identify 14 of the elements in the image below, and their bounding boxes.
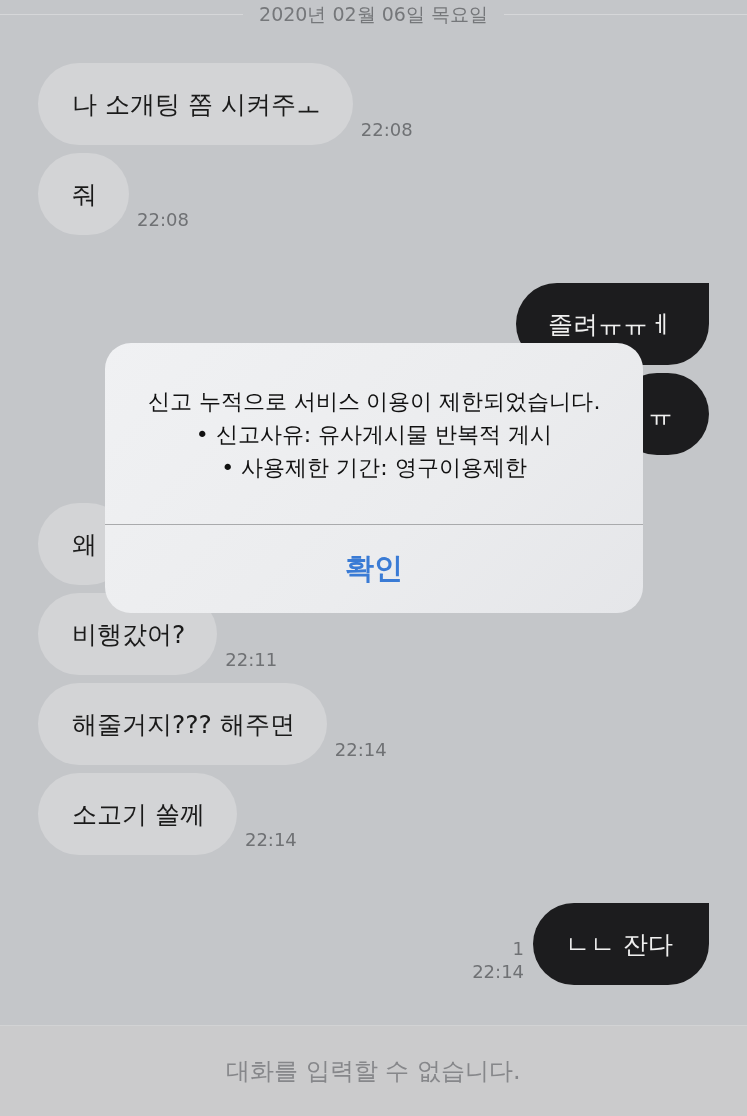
timestamp: 22:08 — [137, 209, 189, 231]
message-bubble: 소고기 쏠께 — [38, 773, 237, 855]
read-count: 1 — [512, 937, 525, 961]
timestamp: 22:14 — [244, 829, 297, 851]
timestamp: 22:08 — [360, 119, 413, 141]
timestamp: 22:11 — [225, 649, 278, 671]
message-bubble: ㄴㄴ 잔다 — [533, 903, 709, 985]
alert-message: 신고 누적으로 서비스 이용이 제한되었습니다. • 신고사유: 유사게시물 반복적 게시 • 사용제한 기간: 영구이용제한 — [105, 343, 643, 525]
timestamp: 22:14 — [472, 961, 525, 983]
date-header: 2020년 02월 06일 목요일 — [259, 2, 488, 26]
timestamp: 22:14 — [334, 739, 387, 761]
message-bubble: 해줄거지??? 해주면 — [38, 683, 327, 765]
message-bubble: 줘 — [38, 153, 129, 235]
message-bubble: 나 소개팅 쫌 시켜주ㅗ — [38, 63, 353, 145]
